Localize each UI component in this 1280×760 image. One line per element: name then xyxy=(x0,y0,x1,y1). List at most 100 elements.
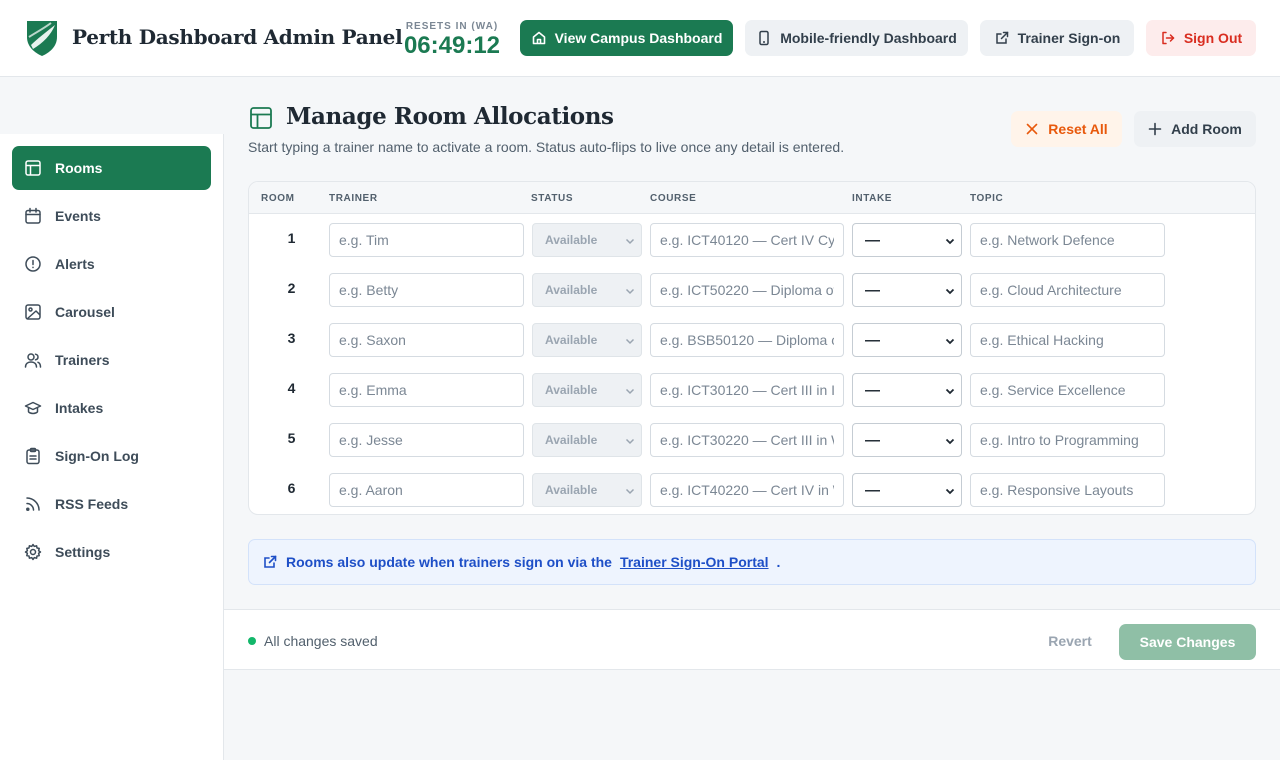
room-number: 4 xyxy=(287,380,296,396)
sidebar-item-rss-feeds[interactable]: RSS Feeds xyxy=(12,482,211,526)
chevron-down-icon xyxy=(945,388,955,395)
trainer-sign-on-button[interactable]: Trainer Sign-on xyxy=(980,20,1134,56)
trainer-sign-on-portal-link[interactable]: Trainer Sign-On Portal xyxy=(620,554,769,570)
sidebar-item-rooms[interactable]: Rooms xyxy=(12,146,211,190)
intake-select[interactable]: — xyxy=(852,373,962,407)
course-input[interactable] xyxy=(650,473,844,507)
table-row: 5 Available — xyxy=(249,415,1255,465)
chevron-down-icon xyxy=(945,438,955,445)
chevron-down-icon xyxy=(945,338,955,345)
table-row: 6 Available — xyxy=(249,465,1255,514)
trainer-input[interactable] xyxy=(329,373,524,407)
external-link-icon xyxy=(995,31,1008,44)
status-select-value: Available xyxy=(545,433,598,447)
info-suffix: . xyxy=(776,554,781,570)
trainer-input[interactable] xyxy=(329,323,524,357)
status-select[interactable]: Available xyxy=(532,473,642,507)
intake-select[interactable]: — xyxy=(852,223,962,257)
sidebar-item-settings[interactable]: Settings xyxy=(12,530,211,574)
rss-icon xyxy=(26,497,40,511)
chevron-down-icon xyxy=(625,238,635,245)
status-select[interactable]: Available xyxy=(532,323,642,357)
reset-timer-label: RESETS IN (WA) xyxy=(405,21,499,32)
status-select[interactable]: Available xyxy=(532,373,642,407)
column-header-status: STATUS xyxy=(531,193,574,204)
topic-input[interactable] xyxy=(970,273,1165,307)
chevron-down-icon xyxy=(945,488,955,495)
intake-select-value: — xyxy=(865,281,880,299)
course-input[interactable] xyxy=(650,373,844,407)
sidebar-item-events[interactable]: Events xyxy=(12,194,211,238)
status-select[interactable]: Available xyxy=(532,423,642,457)
app-title: Perth Dashboard Admin Panel xyxy=(72,25,403,49)
page-title: Manage Room Allocations xyxy=(286,103,614,130)
save-changes-button[interactable]: Save Changes xyxy=(1119,624,1256,660)
topic-input[interactable] xyxy=(970,223,1165,257)
sidebar-item-carousel[interactable]: Carousel xyxy=(12,290,211,334)
view-campus-dashboard-label: View Campus Dashboard xyxy=(554,30,723,46)
intake-select[interactable]: — xyxy=(852,323,962,357)
status-select-value: Available xyxy=(545,333,598,347)
intake-select-value: — xyxy=(865,481,880,499)
reset-all-button[interactable]: Reset All xyxy=(1011,111,1122,147)
info-text: Rooms also update when trainers sign on … xyxy=(286,554,612,570)
column-header-room: ROOM xyxy=(261,193,295,204)
sidebar-item-alerts[interactable]: Alerts xyxy=(12,242,211,286)
sidebar-item-sign-on-log[interactable]: Sign-On Log xyxy=(12,434,211,478)
column-header-intake: INTAKE xyxy=(852,193,893,204)
trainer-input[interactable] xyxy=(329,473,524,507)
add-room-button[interactable]: Add Room xyxy=(1134,111,1256,147)
column-header-trainer: TRAINER xyxy=(329,193,378,204)
room-number: 6 xyxy=(287,480,296,496)
alert-circle-icon xyxy=(25,256,41,272)
intake-select-value: — xyxy=(865,331,880,349)
sidebar-item-label: Carousel xyxy=(55,304,115,320)
layout-icon xyxy=(25,160,41,176)
trainer-input[interactable] xyxy=(329,273,524,307)
intake-select[interactable]: — xyxy=(852,423,962,457)
graduation-cap-icon xyxy=(24,401,42,415)
saved-status-text: All changes saved xyxy=(264,633,378,649)
revert-button[interactable]: Revert xyxy=(1034,625,1106,657)
room-number: 3 xyxy=(287,330,296,346)
course-input[interactable] xyxy=(650,273,844,307)
table-row: 1 Available — xyxy=(249,215,1255,265)
intake-select[interactable]: — xyxy=(852,473,962,507)
sidebar-item-intakes[interactable]: Intakes xyxy=(12,386,211,430)
topic-input[interactable] xyxy=(970,323,1165,357)
sidebar-item-label: Intakes xyxy=(55,400,104,416)
column-header-course: COURSE xyxy=(650,193,697,204)
view-campus-dashboard-button[interactable]: View Campus Dashboard xyxy=(520,20,733,56)
status-select[interactable]: Available xyxy=(532,223,642,257)
topic-input[interactable] xyxy=(970,373,1165,407)
sidebar-item-label: Events xyxy=(55,208,101,224)
intake-select-value: — xyxy=(865,231,880,249)
close-icon xyxy=(1026,123,1038,135)
room-number: 5 xyxy=(287,430,296,446)
course-input[interactable] xyxy=(650,323,844,357)
reset-timer-value: 06:49:12 xyxy=(403,32,501,59)
course-input[interactable] xyxy=(650,423,844,457)
saved-status-dot xyxy=(248,637,256,645)
table-header: ROOM TRAINER STATUS COURSE INTAKE TOPIC xyxy=(249,182,1255,214)
sidebar-item-trainers[interactable]: Trainers xyxy=(12,338,211,382)
layout-icon xyxy=(250,107,272,129)
sidebar-item-label: RSS Feeds xyxy=(55,496,129,512)
topic-input[interactable] xyxy=(970,423,1165,457)
status-select[interactable]: Available xyxy=(532,273,642,307)
intake-select[interactable]: — xyxy=(852,273,962,307)
table-row: 2 Available — xyxy=(249,265,1255,315)
top-header: Perth Dashboard Admin Panel RESETS IN (W… xyxy=(0,0,1280,77)
trainer-sign-on-label: Trainer Sign-on xyxy=(1017,30,1121,46)
external-link-icon xyxy=(264,555,277,568)
trainer-input[interactable] xyxy=(329,223,524,257)
trainer-input[interactable] xyxy=(329,423,524,457)
add-room-label: Add Room xyxy=(1171,121,1242,137)
info-banner: Rooms also update when trainers sign on … xyxy=(248,539,1256,585)
sign-out-button[interactable]: Sign Out xyxy=(1146,20,1256,56)
chevron-down-icon xyxy=(945,238,955,245)
save-footer: All changes saved Revert Save Changes xyxy=(224,609,1280,670)
mobile-dashboard-button[interactable]: Mobile-friendly Dashboard xyxy=(745,20,968,56)
topic-input[interactable] xyxy=(970,473,1165,507)
course-input[interactable] xyxy=(650,223,844,257)
